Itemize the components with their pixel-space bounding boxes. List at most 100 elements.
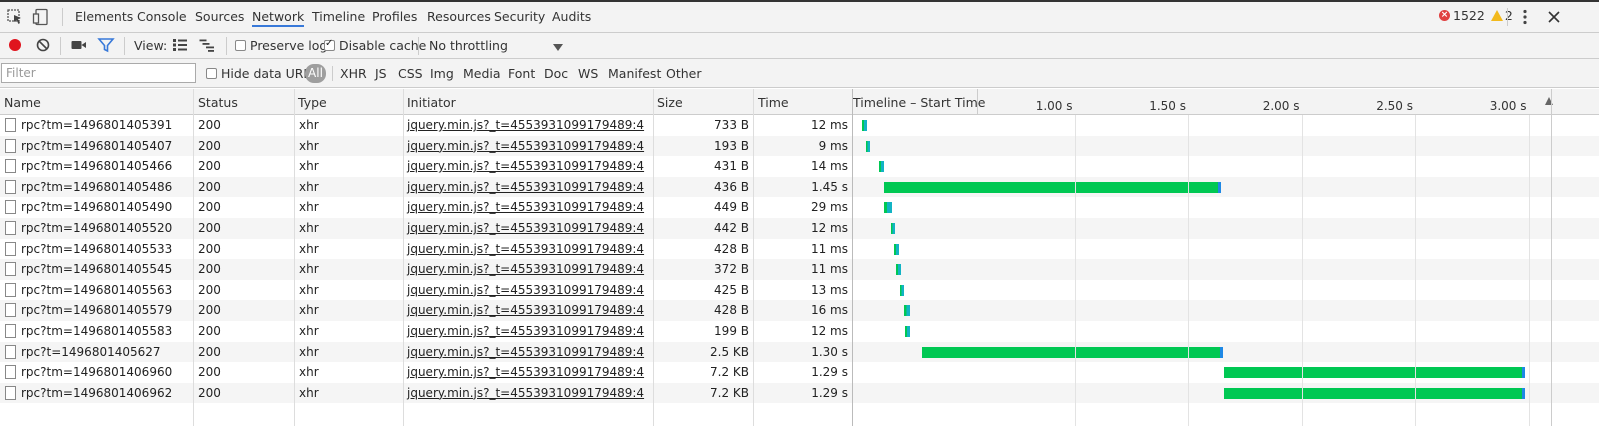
waterfall-bar[interactable] (922, 346, 1224, 358)
column-header-time[interactable]: Time (758, 95, 789, 110)
table-row[interactable]: rpc?tm=1496801405563 200 xhr jquery.min.js?… (0, 280, 1599, 301)
document-icon (5, 138, 16, 153)
table-row[interactable]: rpc?tm=1496801405545 200 xhr jquery.min.js?… (0, 259, 1599, 280)
warning-count: 2 (1504, 8, 1513, 23)
table-row[interactable]: rpc?tm=1496801405486 200 xhr jquery.min.js?… (0, 176, 1599, 198)
request-status: 200 (198, 344, 221, 359)
filter-icon[interactable] (97, 36, 115, 54)
waterfall-bar[interactable] (894, 243, 899, 255)
filter-type-manifest[interactable]: Manifest (608, 66, 661, 81)
filter-type-font[interactable]: Font (508, 66, 535, 81)
tab-resources[interactable]: Resources (427, 9, 491, 27)
filter-type-js[interactable]: JS (375, 66, 387, 81)
close-icon[interactable] (1545, 8, 1563, 26)
waterfall-bar[interactable] (865, 140, 870, 152)
waterfall-bar[interactable] (883, 181, 1221, 193)
tab-sources[interactable]: Sources (195, 9, 244, 27)
waterfall-bar[interactable] (896, 264, 901, 276)
request-initiator-link[interactable]: jquery.min.js?_t=4553931099179489:4 (407, 365, 644, 379)
record-icon[interactable] (6, 36, 24, 54)
filter-input[interactable] (1, 63, 196, 83)
request-name: rpc?tm=1496801405563 (21, 282, 173, 297)
column-header-initiator[interactable]: Initiator (407, 95, 456, 110)
filter-type-media[interactable]: Media (463, 66, 501, 81)
hide-data-urls-option[interactable]: Hide data URLs (206, 66, 317, 81)
table-row[interactable]: rpc?tm=1496801405407 200 xhr jquery.min.js?… (0, 135, 1599, 157)
chevron-down-icon[interactable] (553, 44, 563, 51)
filter-type-xhr[interactable]: XHR (340, 66, 367, 81)
hide-data-urls-checkbox[interactable] (206, 68, 217, 79)
request-initiator-link[interactable]: jquery.min.js?_t=4553931099179489:4 (407, 139, 644, 153)
request-initiator-link[interactable]: jquery.min.js?_t=4553931099179489:4 (407, 118, 644, 132)
waterfall-bar[interactable] (1224, 387, 1526, 399)
table-row[interactable]: rpc?tm=1496801406962 200 xhr jquery.min.js?… (0, 382, 1599, 404)
preserve-log-option[interactable]: Preserve log (235, 38, 327, 53)
filter-type-other[interactable]: Other (666, 66, 702, 81)
column-header-type[interactable]: Type (298, 95, 327, 110)
device-mode-icon[interactable] (32, 8, 50, 26)
tab-audits[interactable]: Audits (552, 9, 591, 27)
table-row[interactable]: rpc?tm=1496801405520 200 xhr jquery.min.js?… (0, 218, 1599, 239)
request-initiator-link[interactable]: jquery.min.js?_t=4553931099179489:4 (407, 221, 644, 235)
table-row[interactable]: rpc?tm=1496801405533 200 xhr jquery.min.js?… (0, 239, 1599, 260)
waterfall-bar[interactable] (905, 326, 910, 337)
toolbar-divider (124, 37, 125, 55)
table-row[interactable]: rpc?t=1496801405627 200 xhr jquery.min.js?_… (0, 341, 1599, 363)
waterfall-bar[interactable] (1224, 367, 1526, 379)
request-type: xhr (299, 159, 319, 174)
preserve-log-checkbox[interactable] (235, 40, 246, 51)
tab-profiles[interactable]: Profiles (372, 9, 417, 27)
tab-timeline[interactable]: Timeline (312, 9, 365, 27)
disable-cache-option[interactable]: Disable cache (324, 38, 426, 53)
request-initiator-link[interactable]: jquery.min.js?_t=4553931099179489:4 (407, 303, 644, 317)
tab-elements[interactable]: Elements (75, 9, 133, 27)
request-type: xhr (299, 200, 319, 215)
timeline-gridline (1528, 115, 1530, 426)
filter-type-img[interactable]: Img (430, 66, 454, 81)
request-initiator-link[interactable]: jquery.min.js?_t=4553931099179489:4 (407, 159, 644, 173)
request-initiator-link[interactable]: jquery.min.js?_t=4553931099179489:4 (407, 345, 644, 359)
overview-waterfall-icon[interactable] (198, 36, 216, 54)
request-initiator-link[interactable]: jquery.min.js?_t=4553931099179489:4 (407, 324, 644, 338)
column-header-size[interactable]: Size (657, 95, 683, 110)
filter-type-ws[interactable]: WS (578, 66, 598, 81)
tab-security[interactable]: Security (494, 9, 545, 27)
filter-type-doc[interactable]: Doc (544, 66, 568, 81)
capture-screenshots-icon[interactable] (70, 36, 88, 54)
waterfall-bar[interactable] (879, 161, 884, 173)
request-initiator-link[interactable]: jquery.min.js?_t=4553931099179489:4 (407, 386, 644, 400)
waterfall-bar[interactable] (890, 223, 896, 234)
console-error-counter[interactable]: × 1522 2 (1439, 8, 1513, 23)
table-row[interactable]: rpc?tm=1496801405579 200 xhr jquery.min.js?… (0, 300, 1599, 321)
column-header-name[interactable]: Name (4, 95, 41, 110)
tab-network[interactable]: Network (252, 9, 305, 27)
waterfall-bar[interactable] (883, 202, 892, 214)
timeline-gridline (1301, 115, 1303, 426)
column-header-status[interactable]: Status (198, 95, 238, 110)
request-time: 13 ms (810, 282, 848, 297)
table-row[interactable]: rpc?tm=1496801405490 200 xhr jquery.min.js?… (0, 197, 1599, 218)
disable-cache-checkbox[interactable] (324, 38, 335, 51)
waterfall-bar[interactable] (899, 284, 905, 296)
waterfall-bar[interactable] (904, 305, 910, 317)
throttling-select[interactable]: No throttling (429, 38, 508, 53)
toolbar-divider (60, 37, 61, 55)
table-row[interactable]: rpc?tm=1496801405466 200 xhr jquery.min.js?… (0, 156, 1599, 177)
tab-console[interactable]: Console (137, 9, 187, 27)
table-row[interactable]: rpc?tm=1496801405583 200 xhr jquery.min.js?… (0, 321, 1599, 342)
more-vertical-icon[interactable] (1516, 8, 1534, 26)
request-initiator-link[interactable]: jquery.min.js?_t=4553931099179489:4 (407, 283, 644, 297)
table-row[interactable]: rpc?tm=1496801406960 200 xhr jquery.min.js?… (0, 362, 1599, 383)
column-header-timeline[interactable]: Timeline – Start Time (853, 95, 985, 110)
request-initiator-link[interactable]: jquery.min.js?_t=4553931099179489:4 (407, 180, 644, 194)
table-row[interactable]: rpc?tm=1496801405391 200 xhr jquery.min.js?… (0, 115, 1599, 136)
filter-type-css[interactable]: CSS (398, 66, 423, 81)
request-initiator-link[interactable]: jquery.min.js?_t=4553931099179489:4 (407, 262, 644, 276)
filter-type-all[interactable]: All (305, 64, 326, 83)
inspect-element-icon[interactable] (6, 8, 24, 26)
clear-icon[interactable] (34, 36, 52, 54)
request-initiator-link[interactable]: jquery.min.js?_t=4553931099179489:4 (407, 200, 644, 214)
request-initiator-link[interactable]: jquery.min.js?_t=4553931099179489:4 (407, 242, 644, 256)
waterfall-bar[interactable] (862, 120, 867, 131)
large-rows-icon[interactable] (171, 36, 189, 54)
